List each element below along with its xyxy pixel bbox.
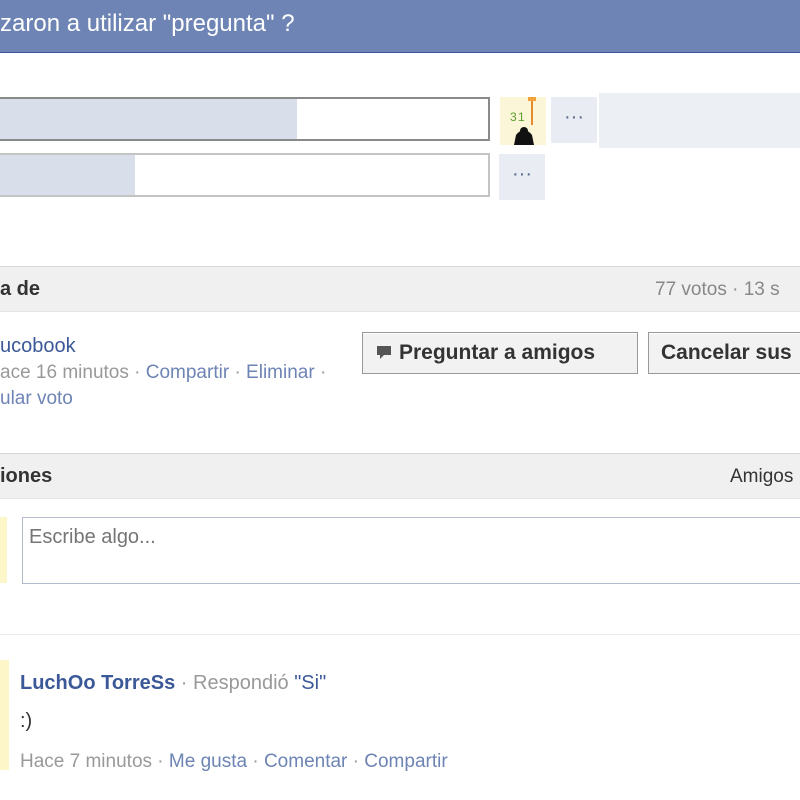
- separator: ·: [180, 672, 188, 694]
- comment-link[interactable]: Comentar: [264, 751, 347, 772]
- ask-friends-label: Preguntar a amigos: [399, 341, 596, 364]
- share-link[interactable]: Compartir: [364, 751, 447, 772]
- comment-meta-row: Hace 7 minutos · Me gusta · Comentar · C…: [20, 751, 448, 773]
- title-bar: zaron a utilizar "pregunta" ?: [0, 0, 800, 53]
- section-title: a de: [0, 278, 41, 300]
- like-link[interactable]: Me gusta: [169, 751, 247, 772]
- poll-time: ace 16 minutos: [0, 362, 129, 383]
- option-row-strip: [599, 93, 800, 148]
- comment-header: LuchOo TorreSs · Respondió "Si": [20, 672, 326, 695]
- separator: ·: [352, 751, 359, 772]
- undo-vote-link[interactable]: ular voto: [0, 388, 73, 410]
- voter-avatar-image: 3 1: [500, 97, 546, 145]
- cancel-subscription-button[interactable]: Cancelar sus: [648, 332, 800, 374]
- comment-author-link[interactable]: LuchOo TorreSs: [20, 672, 175, 694]
- share-link[interactable]: Compartir: [146, 362, 229, 383]
- commenter-avatar[interactable]: [0, 660, 9, 770]
- comment-answer: "Si": [294, 672, 327, 694]
- delete-link[interactable]: Eliminar: [246, 362, 315, 383]
- poll-option-bar[interactable]: [0, 153, 490, 197]
- voter-avatar[interactable]: 3 1: [500, 97, 546, 145]
- more-voters-button[interactable]: ···: [499, 154, 545, 200]
- poll-option-fill: [0, 99, 297, 139]
- vote-stats: 77 votos · 13 s: [655, 279, 780, 300]
- divider: [0, 634, 800, 635]
- comment-time: Hace 7 minutos: [20, 751, 153, 772]
- poll-info-header: a de 77 votos · 13 s: [0, 266, 800, 312]
- comment-text: :): [20, 710, 33, 732]
- comment-input[interactable]: [22, 517, 800, 584]
- cancel-label: Cancelar sus: [661, 341, 792, 364]
- more-voters-button[interactable]: ···: [551, 97, 597, 143]
- question-title: zaron a utilizar "pregunta" ?: [0, 10, 295, 37]
- separator: ·: [134, 362, 141, 383]
- speech-bubble-icon: [377, 346, 391, 359]
- section-title: iones: [0, 465, 53, 487]
- separator: ·: [234, 362, 241, 383]
- poll-meta-row: ace 16 minutos · Compartir · Eliminar ·: [0, 362, 326, 384]
- separator: ·: [157, 751, 164, 772]
- separator: ·: [319, 362, 327, 383]
- answers-header: iones Amigos: [0, 453, 800, 499]
- composer-avatar: [0, 517, 7, 583]
- answers-filter-dropdown[interactable]: Amigos: [730, 466, 793, 488]
- poll-author-link[interactable]: ucobook: [0, 335, 76, 358]
- separator: ·: [252, 751, 259, 772]
- comment-action: Respondió: [193, 672, 289, 694]
- svg-text:1: 1: [518, 110, 525, 124]
- svg-text:3: 3: [510, 110, 517, 124]
- poll-option-bar[interactable]: [0, 97, 490, 141]
- poll-option-fill: [0, 155, 136, 195]
- ask-friends-button[interactable]: Preguntar a amigos: [362, 332, 638, 374]
